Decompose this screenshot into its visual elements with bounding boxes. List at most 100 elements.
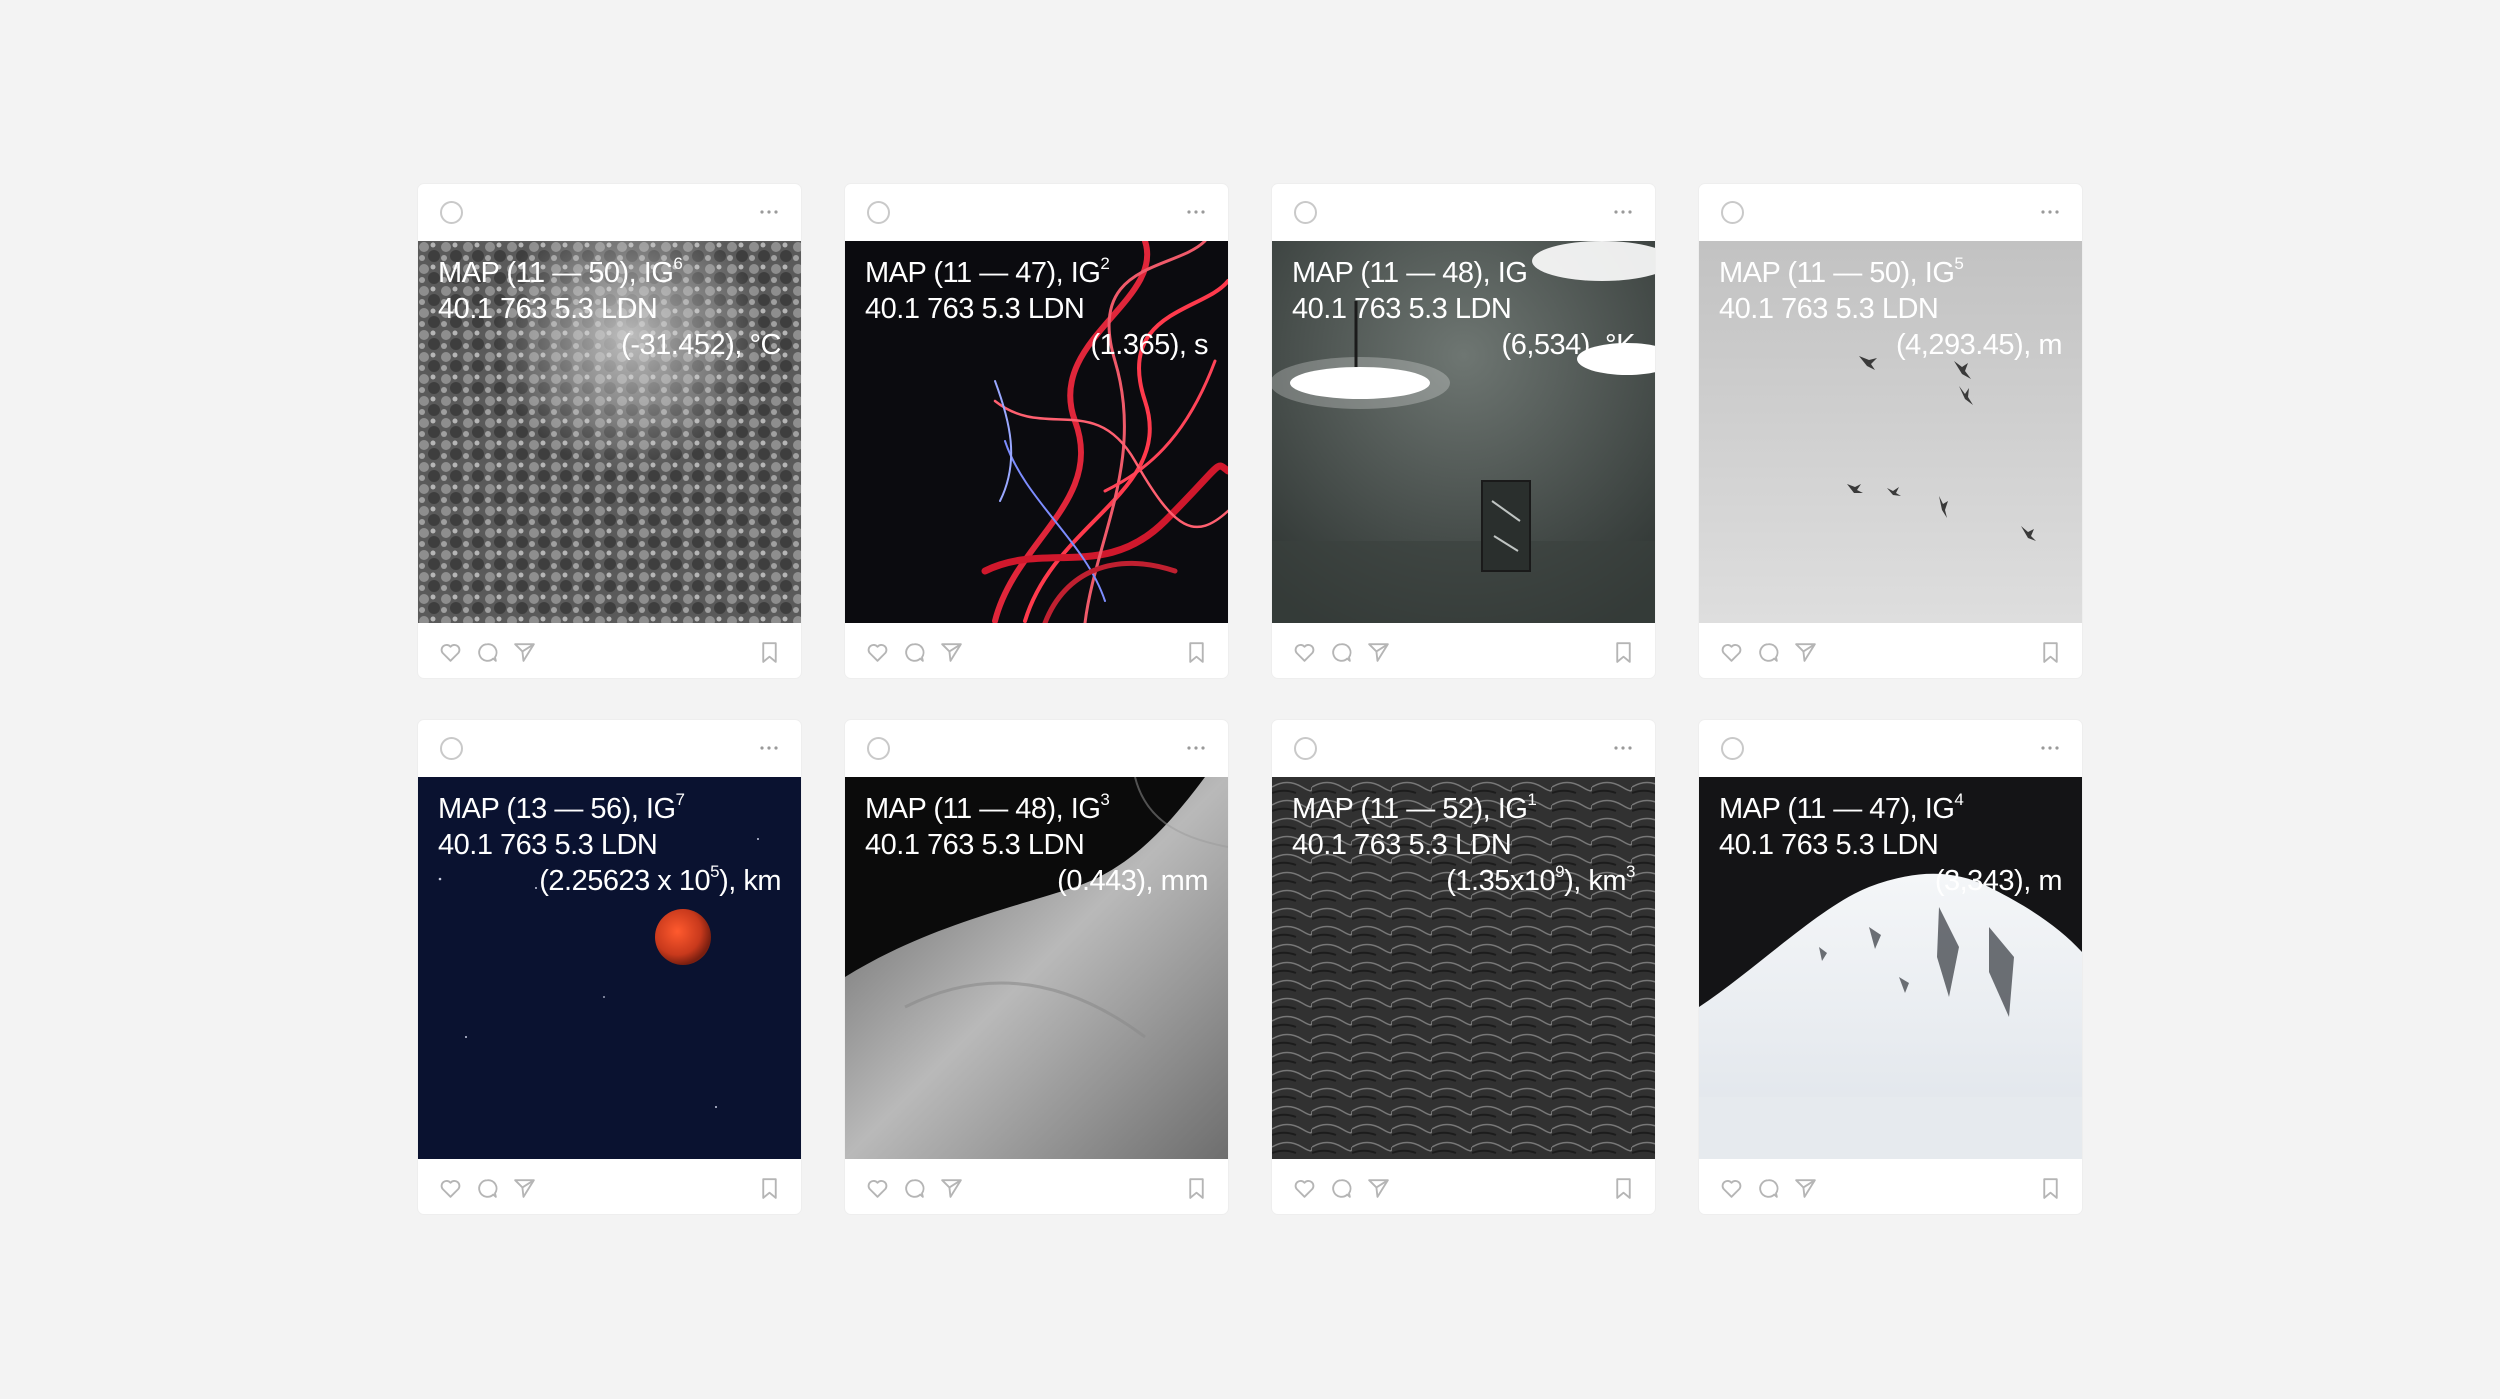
bookmark-icon[interactable] — [2038, 1176, 2063, 1201]
post-header — [1272, 184, 1655, 241]
post-image[interactable]: MAP (11 — 47), IG4 40.1 763 5.3 LDN (3,3… — [1699, 777, 2082, 1159]
comment-icon[interactable] — [475, 1176, 500, 1201]
avatar-icon[interactable] — [1294, 737, 1317, 760]
heart-icon[interactable] — [1292, 640, 1317, 665]
send-icon[interactable] — [939, 640, 964, 665]
measure-exponent: 9 — [1555, 862, 1565, 882]
avatar-icon[interactable] — [1294, 201, 1317, 224]
more-dots-icon[interactable] — [2038, 203, 2062, 221]
caption-sup: 6 — [673, 254, 683, 274]
heart-icon[interactable] — [865, 640, 890, 665]
post-header — [1699, 184, 2082, 241]
caption-coords: 40.1 763 5.3 LDN — [1292, 829, 1512, 861]
post-actions — [418, 1159, 801, 1214]
more-dots-icon[interactable] — [1611, 203, 1635, 221]
comment-icon[interactable] — [902, 1176, 927, 1201]
caption-map: MAP (11 — 50), IG — [1719, 257, 1955, 289]
bookmark-icon[interactable] — [1611, 1176, 1636, 1201]
more-dots-icon[interactable] — [757, 203, 781, 221]
post-caption: MAP (11 — 50), IG5 40.1 763 5.3 LDN (4,2… — [1719, 255, 2063, 363]
send-icon[interactable] — [1793, 1176, 1818, 1201]
caption-measure: (4,293.45), m — [1896, 329, 2062, 361]
measure-post: ), km — [719, 865, 781, 897]
post-caption: MAP (11 — 50), IG6 40.1 763 5.3 LDN (-31… — [438, 254, 782, 363]
post-caption: MAP (11 — 47), IG4 40.1 763 5.3 LDN (3,3… — [1719, 790, 2063, 899]
avatar-icon[interactable] — [867, 201, 890, 224]
avatar-icon[interactable] — [1721, 201, 1744, 224]
comment-icon[interactable] — [902, 640, 927, 665]
caption-sup: 3 — [1100, 790, 1110, 810]
post-card[interactable]: MAP (11 — 52), IG1 40.1 763 5.3 LDN (1.3… — [1272, 720, 1655, 1214]
caption-coords: 40.1 763 5.3 LDN — [865, 829, 1085, 861]
caption-measure: (1.35x109), km3 — [1292, 863, 1635, 899]
heart-icon[interactable] — [438, 640, 463, 665]
send-icon[interactable] — [1366, 1176, 1391, 1201]
bookmark-icon[interactable] — [757, 640, 782, 665]
bookmark-icon[interactable] — [2038, 640, 2063, 665]
heart-icon[interactable] — [438, 1176, 463, 1201]
measure-post: ), km — [1564, 865, 1627, 897]
post-card[interactable]: MAP (11 — 50), IG6 40.1 763 5.3 LDN (-31… — [418, 184, 801, 678]
caption-measure: (3,343), m — [1934, 865, 2063, 897]
caption-sup: 7 — [675, 790, 685, 810]
send-icon[interactable] — [939, 1176, 964, 1201]
bookmark-icon[interactable] — [1184, 640, 1209, 665]
caption-map: MAP (11 — 47), IG — [1719, 793, 1955, 825]
avatar-icon[interactable] — [440, 737, 463, 760]
bookmark-icon[interactable] — [757, 1176, 782, 1201]
heart-icon[interactable] — [1719, 1176, 1744, 1201]
heart-icon[interactable] — [1292, 1176, 1317, 1201]
send-icon[interactable] — [1366, 640, 1391, 665]
caption-map: MAP (11 — 52), IG — [1292, 793, 1528, 825]
send-icon[interactable] — [512, 1176, 537, 1201]
post-header — [845, 184, 1228, 241]
post-header — [845, 720, 1228, 777]
comment-icon[interactable] — [475, 640, 500, 665]
comment-icon[interactable] — [1756, 640, 1781, 665]
post-image[interactable]: MAP (11 — 52), IG1 40.1 763 5.3 LDN (1.3… — [1272, 777, 1655, 1159]
comment-icon[interactable] — [1756, 1176, 1781, 1201]
post-card[interactable]: MAP (11 — 50), IG5 40.1 763 5.3 LDN (4,2… — [1699, 184, 2082, 678]
caption-measure: (0.443), mm — [1057, 865, 1208, 897]
bookmark-icon[interactable] — [1184, 1176, 1209, 1201]
caption-coords: 40.1 763 5.3 LDN — [1719, 293, 1939, 325]
caption-measure: (2.25623 x 105), km — [438, 863, 781, 899]
bookmark-icon[interactable] — [1611, 640, 1636, 665]
comment-icon[interactable] — [1329, 1176, 1354, 1201]
caption-sup: 4 — [1954, 790, 1964, 810]
post-image[interactable]: MAP (11 — 50), IG5 40.1 763 5.3 LDN (4,2… — [1699, 241, 2082, 623]
more-dots-icon[interactable] — [1611, 739, 1635, 757]
more-dots-icon[interactable] — [1184, 739, 1208, 757]
avatar-icon[interactable] — [1721, 737, 1744, 760]
post-image[interactable]: MAP (11 — 48), IG 40.1 763 5.3 LDN (6,53… — [1272, 241, 1655, 623]
post-actions — [845, 623, 1228, 678]
post-card[interactable]: MAP (11 — 47), IG4 40.1 763 5.3 LDN (3,3… — [1699, 720, 2082, 1214]
post-card[interactable]: MAP (13 — 56), IG7 40.1 763 5.3 LDN (2.2… — [418, 720, 801, 1214]
heart-icon[interactable] — [1719, 640, 1744, 665]
heart-icon[interactable] — [865, 1176, 890, 1201]
post-image[interactable]: MAP (11 — 48), IG3 40.1 763 5.3 LDN (0.4… — [845, 777, 1228, 1159]
more-dots-icon[interactable] — [2038, 739, 2062, 757]
caption-coords: 40.1 763 5.3 LDN — [438, 293, 658, 325]
post-header — [418, 720, 801, 777]
more-dots-icon[interactable] — [1184, 203, 1208, 221]
post-actions — [1699, 1159, 2082, 1214]
caption-map: MAP (13 — 56), IG — [438, 793, 676, 825]
measure-pre: (2.25623 x 10 — [539, 865, 711, 897]
avatar-icon[interactable] — [440, 201, 463, 224]
post-card[interactable]: MAP (11 — 48), IG3 40.1 763 5.3 LDN (0.4… — [845, 720, 1228, 1214]
post-image[interactable]: MAP (11 — 47), IG2 40.1 763 5.3 LDN (1.3… — [845, 241, 1228, 623]
post-card[interactable]: MAP (11 — 47), IG2 40.1 763 5.3 LDN (1.3… — [845, 184, 1228, 678]
post-image[interactable]: MAP (11 — 50), IG6 40.1 763 5.3 LDN (-31… — [418, 241, 801, 623]
post-grid: MAP (11 — 50), IG 6 40.1 763 5.3 LDN (-31… — [418, 184, 2082, 1214]
more-dots-icon[interactable] — [757, 739, 781, 757]
send-icon[interactable] — [512, 640, 537, 665]
comment-icon[interactable] — [1329, 640, 1354, 665]
post-image[interactable]: MAP (13 — 56), IG7 40.1 763 5.3 LDN (2.2… — [418, 777, 801, 1159]
send-icon[interactable] — [1793, 640, 1818, 665]
avatar-icon[interactable] — [867, 737, 890, 760]
caption-measure: (-31.452), °C — [621, 329, 781, 361]
caption-map: MAP (11 — 47), IG — [865, 257, 1101, 289]
post-card[interactable]: MAP (11 — 48), IG 40.1 763 5.3 LDN (6,53… — [1272, 184, 1655, 678]
caption-coords: 40.1 763 5.3 LDN — [1719, 829, 1939, 861]
